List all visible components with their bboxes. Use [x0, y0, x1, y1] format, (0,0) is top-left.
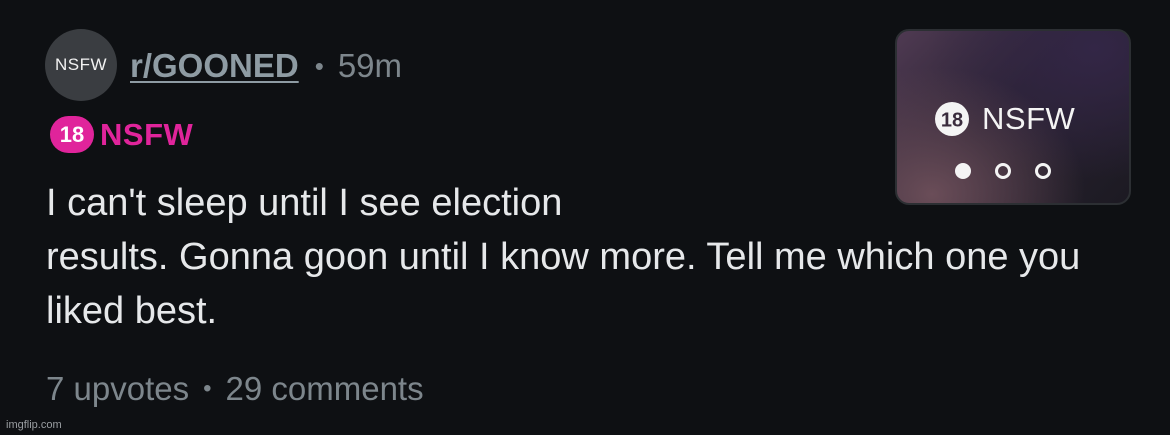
- watermark: imgflip.com: [6, 419, 62, 431]
- gallery-page-dot[interactable]: [995, 163, 1011, 179]
- post-header: r/GOONED • 59m: [130, 44, 402, 88]
- thumbnail-nsfw-label: NSFW: [982, 101, 1076, 136]
- svg-text:18: 18: [60, 122, 84, 147]
- comment-count[interactable]: 29 comments: [226, 370, 424, 408]
- svg-text:18: 18: [941, 110, 963, 132]
- eighteen-plus-icon: 18: [50, 116, 94, 153]
- header-separator: •: [314, 50, 324, 81]
- post-title-rest: results. Gonna goon until I know more. T…: [46, 236, 1081, 332]
- nsfw-label: NSFW: [100, 116, 194, 152]
- footer-separator: •: [203, 375, 212, 402]
- post-age: 59m: [337, 47, 403, 84]
- subreddit-avatar[interactable]: NSFW: [45, 29, 117, 101]
- upvote-count[interactable]: 7 upvotes: [46, 370, 189, 408]
- subreddit-link[interactable]: r/GOONED: [130, 47, 299, 85]
- thumbnail-nsfw-overlay: 18 NSFW: [934, 101, 1075, 137]
- post-footer: 7 upvotes • 29 comments: [46, 370, 424, 408]
- avatar-label: NSFW: [54, 55, 108, 74]
- thumbnail-eighteen-plus-icon: 18: [935, 102, 969, 136]
- post-thumbnail[interactable]: 18 NSFW: [895, 29, 1131, 205]
- gallery-page-dot-active[interactable]: [955, 163, 971, 179]
- gallery-pager: [955, 163, 1051, 179]
- gallery-page-dot[interactable]: [1035, 163, 1051, 179]
- nsfw-tag: 18 NSFW: [50, 116, 193, 153]
